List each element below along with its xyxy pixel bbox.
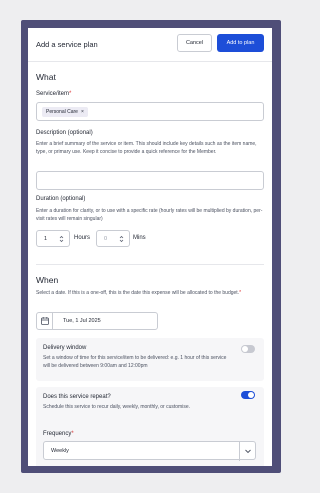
stepper-icon[interactable]	[59, 235, 64, 244]
hours-stepper[interactable]: 1	[36, 230, 70, 247]
when-heading: When	[36, 275, 59, 285]
date-picker[interactable]: Tue, 1 Jul 2025	[36, 312, 158, 330]
frequency-select[interactable]: Weekly	[43, 441, 256, 461]
stepper-icon[interactable]	[119, 235, 124, 244]
delivery-window-help: Set a window of time for this service/it…	[43, 355, 227, 369]
what-heading: What	[36, 72, 56, 82]
frequency-label: Frequency*	[43, 431, 74, 437]
repeat-help: Schedule this service to recur daily, we…	[43, 404, 191, 410]
chevron-down-icon[interactable]	[239, 442, 255, 461]
description-help: Enter a brief summary of the service or …	[36, 141, 257, 155]
duration-label: Duration (optional)	[36, 196, 86, 202]
section-divider	[36, 264, 264, 265]
mins-unit: Mins	[133, 235, 146, 241]
repeat-toggle[interactable]	[241, 391, 255, 399]
service-plan-modal: Add a service plan Cancel Add to plan Wh…	[28, 28, 272, 466]
repeat-title: Does this service repeat?	[43, 394, 111, 400]
frequency-value: Weekly	[51, 448, 69, 454]
description-input[interactable]	[36, 171, 264, 190]
duration-help: Enter a duration for clarity, or to use …	[36, 208, 263, 222]
cancel-button[interactable]: Cancel	[177, 34, 212, 52]
repeat-card: Does this service repeat? Schedule this …	[36, 387, 264, 466]
hours-unit: Hours	[74, 235, 91, 241]
calendar-icon[interactable]	[37, 313, 53, 329]
modal-header: Add a service plan Cancel Add to plan	[28, 28, 272, 62]
modal-title: Add a service plan	[36, 40, 98, 49]
delivery-window-title: Delivery window	[43, 345, 87, 351]
add-to-plan-button[interactable]: Add to plan	[217, 34, 264, 52]
selected-service-chip: Personal Care ×	[42, 107, 88, 117]
delivery-window-card: Delivery window Set a window of time for…	[36, 338, 264, 381]
mins-stepper[interactable]: 0	[96, 230, 130, 247]
delivery-window-toggle[interactable]	[241, 345, 255, 353]
when-help: Select a date. If this is a one-off, thi…	[36, 290, 242, 296]
service-item-label: Service/item*	[36, 91, 72, 97]
description-label: Description (optional)	[36, 130, 93, 136]
close-icon[interactable]: ×	[81, 109, 84, 115]
service-item-multiselect[interactable]: Personal Care ×	[36, 102, 264, 121]
date-value: Tue, 1 Jul 2025	[63, 318, 101, 324]
